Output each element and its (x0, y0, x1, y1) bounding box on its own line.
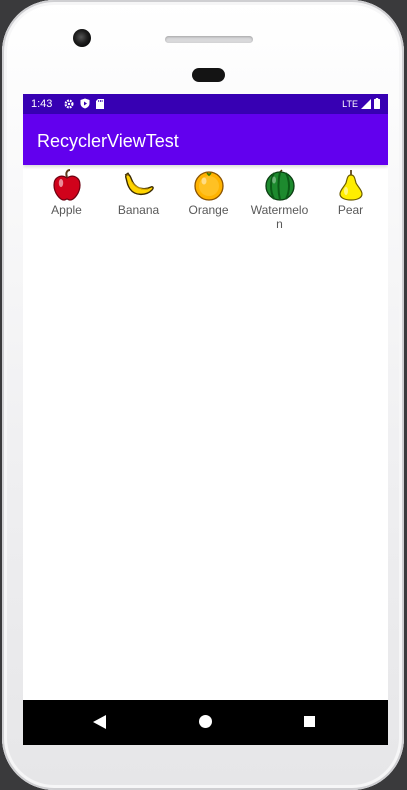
fruit-label: Watermelon (250, 203, 309, 231)
list-item-apple[interactable]: Apple (30, 169, 103, 217)
list-item-banana[interactable]: Banana (102, 169, 175, 217)
screen: 1:43 LTE RecyclerViewTest Apple Banana O… (23, 94, 388, 745)
front-camera (73, 29, 91, 47)
orange-icon (193, 171, 224, 201)
fruit-label: Apple (51, 203, 82, 217)
fruit-recycler-list[interactable]: Apple Banana Orange Watermelon Pear (23, 165, 388, 705)
status-bar: 1:43 LTE (23, 94, 388, 114)
fruit-label: Banana (117, 203, 160, 217)
status-time: 1:43 (31, 98, 53, 110)
signal-icon (361, 98, 371, 109)
home-icon[interactable] (199, 715, 212, 728)
navigation-bar (23, 700, 388, 745)
fruit-label: Pear (337, 203, 364, 217)
recents-icon[interactable] (304, 716, 315, 727)
banana-icon (124, 172, 154, 196)
list-item-watermelon[interactable]: Watermelon (243, 169, 316, 231)
list-item-orange[interactable]: Orange (172, 169, 245, 217)
list-item-pear[interactable]: Pear (314, 169, 387, 217)
network-type: LTE (342, 98, 358, 109)
earpiece-speaker (165, 36, 253, 43)
apple-icon (52, 169, 81, 201)
proximity-sensor (192, 68, 225, 82)
gear-icon (64, 98, 74, 109)
shield-icon (80, 98, 90, 109)
pear-icon (338, 170, 363, 201)
fruit-label: Orange (188, 203, 229, 217)
status-icons-right: LTE (342, 98, 380, 109)
battery-icon (374, 98, 380, 109)
back-icon[interactable] (93, 715, 106, 729)
app-title: RecyclerViewTest (37, 131, 179, 151)
watermelon-icon (264, 169, 295, 201)
status-icons-left (64, 98, 104, 109)
sd-card-icon (96, 98, 104, 109)
app-bar: RecyclerViewTest (23, 114, 388, 165)
